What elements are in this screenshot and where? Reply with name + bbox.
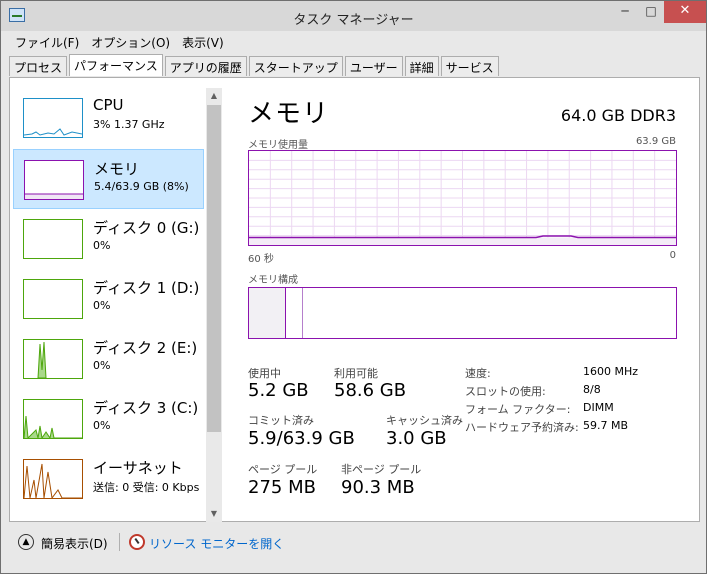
hardware-reserved-value: 59.7 MB — [583, 419, 629, 432]
in-use-label: 使用中 — [248, 367, 281, 380]
cached-label: キャッシュ済み — [386, 414, 463, 427]
performance-panel: CPU 3% 1.37 GHz メモリ 5.4/63.9 GB (8%) ディス… — [9, 77, 700, 522]
footer-divider — [119, 533, 120, 551]
resource-item-ethernet[interactable]: イーサネット 送信: 0 受信: 0 Kbps — [13, 449, 204, 509]
resource-value: 5.4/63.9 GB (8%) — [94, 180, 189, 193]
resource-item-cpu[interactable]: CPU 3% 1.37 GHz — [13, 88, 204, 148]
cpu-graph-icon — [23, 98, 83, 138]
resource-value: 0% — [93, 299, 111, 312]
resource-value: 送信: 0 受信: 0 Kbps — [93, 481, 200, 494]
usage-graph-max: 63.9 GB — [635, 136, 676, 147]
tab-strip: プロセス パフォーマンス アプリの履歴 スタートアップ ユーザー 詳細 サービス — [9, 54, 501, 77]
resource-name: イーサネット — [93, 459, 183, 477]
resource-list: CPU 3% 1.37 GHz メモリ 5.4/63.9 GB (8%) ディス… — [10, 78, 204, 521]
menu-bar: ファイル(F) オプション(O) 表示(V) — [9, 32, 230, 52]
available-label: 利用可能 — [334, 367, 378, 380]
open-resource-monitor-link[interactable]: リソース モニターを開く — [149, 535, 284, 552]
scrollbar-thumb[interactable] — [207, 105, 221, 432]
scroll-down-icon[interactable]: ▼ — [206, 506, 222, 522]
composition-label: メモリ構成 — [248, 275, 298, 286]
resource-item-disk-1[interactable]: ディスク 1 (D:) 0% — [13, 269, 204, 329]
tab-startup[interactable]: スタートアップ — [248, 56, 343, 76]
resource-name: ディスク 2 (E:) — [93, 339, 198, 357]
tab-processes[interactable]: プロセス — [9, 56, 68, 76]
resource-item-memory[interactable]: メモリ 5.4/63.9 GB (8%) — [13, 149, 204, 209]
resource-name: ディスク 0 (G:) — [93, 219, 200, 237]
resource-name: CPU — [93, 96, 124, 114]
footer-bar: ▲ 簡易表示(D) リソース モニターを開く — [1, 523, 706, 573]
memory-composition-bar — [248, 287, 677, 339]
resource-monitor-icon — [129, 534, 145, 550]
close-button[interactable]: ✕ — [664, 1, 706, 23]
fewer-details-button[interactable]: 簡易表示(D) — [41, 535, 108, 552]
scroll-up-icon[interactable]: ▲ — [206, 88, 222, 104]
tab-details[interactable]: 詳細 — [404, 56, 439, 76]
usage-graph-label: メモリ使用量 — [248, 140, 308, 151]
resource-value: 0% — [93, 359, 111, 372]
minimize-button[interactable]: ─ — [612, 1, 638, 23]
memory-spec: 64.0 GB DDR3 — [560, 106, 676, 125]
resource-name: ディスク 1 (D:) — [93, 279, 200, 297]
graph-time-left: 60 秒 — [248, 254, 274, 265]
slots-value: 8/8 — [583, 383, 601, 396]
title-bar: タスク マネージャー ─ □ ✕ — [1, 1, 706, 31]
hardware-reserved-label: ハードウェア予約済み: — [465, 421, 579, 434]
form-factor-label: フォーム ファクター: — [465, 403, 571, 416]
slots-label: スロットの使用: — [465, 385, 546, 398]
window-title: タスク マネージャー — [293, 13, 414, 28]
ethernet-graph-icon — [23, 459, 83, 499]
resource-list-scrollbar[interactable]: ▲ ▼ — [206, 88, 222, 522]
committed-value: 5.9/63.9 GB — [248, 428, 355, 449]
cached-value: 3.0 GB — [386, 428, 447, 449]
resource-value: 0% — [93, 239, 111, 252]
paged-pool-label: ページ プール — [248, 463, 318, 476]
resource-name: メモリ — [94, 160, 140, 178]
paged-pool-value: 275 MB — [248, 477, 316, 498]
resource-item-disk-3[interactable]: ディスク 3 (C:) 0% — [13, 389, 204, 449]
disk-graph-icon — [23, 339, 83, 379]
speed-label: 速度: — [465, 367, 491, 380]
memory-usage-graph — [248, 150, 677, 246]
graph-time-right: 0 — [669, 250, 676, 261]
disk-graph-icon — [23, 399, 83, 439]
tab-app-history[interactable]: アプリの履歴 — [164, 56, 247, 76]
resource-item-disk-2[interactable]: ディスク 2 (E:) 0% — [13, 329, 204, 389]
speed-value: 1600 MHz — [583, 365, 639, 378]
resource-value: 3% 1.37 GHz — [93, 118, 165, 131]
tab-users[interactable]: ユーザー — [344, 56, 403, 76]
resource-item-disk-0[interactable]: ディスク 0 (G:) 0% — [13, 209, 204, 269]
maximize-button[interactable]: □ — [638, 1, 664, 23]
usage-area — [249, 237, 676, 245]
task-manager-window: タスク マネージャー ─ □ ✕ ファイル(F) オプション(O) 表示(V) … — [0, 0, 707, 574]
usage-graph-canvas — [249, 151, 676, 245]
memory-details: メモリ 64.0 GB DDR3 メモリ使用量 63.9 GB 60 秒 0 メ… — [230, 78, 700, 521]
menu-view[interactable]: 表示(V) — [176, 32, 230, 52]
tab-services[interactable]: サービス — [440, 56, 499, 76]
nonpaged-pool-value: 90.3 MB — [341, 477, 415, 498]
in-use-value: 5.2 GB — [248, 380, 309, 401]
resource-name: ディスク 3 (C:) — [93, 399, 199, 417]
menu-file[interactable]: ファイル(F) — [9, 32, 85, 52]
composition-modified — [286, 288, 303, 338]
resource-value: 0% — [93, 419, 111, 432]
available-value: 58.6 GB — [334, 380, 407, 401]
committed-label: コミット済み — [248, 414, 314, 427]
menu-options[interactable]: オプション(O) — [85, 32, 176, 52]
composition-in-use — [249, 288, 286, 338]
disk-graph-icon — [23, 279, 83, 319]
memory-graph-icon — [24, 160, 84, 200]
disk-graph-icon — [23, 219, 83, 259]
nonpaged-pool-label: 非ページ プール — [341, 463, 422, 476]
collapse-chevron-icon[interactable]: ▲ — [18, 534, 34, 550]
form-factor-value: DIMM — [583, 401, 614, 414]
detail-title: メモリ — [248, 99, 330, 129]
tab-performance[interactable]: パフォーマンス — [69, 54, 163, 76]
